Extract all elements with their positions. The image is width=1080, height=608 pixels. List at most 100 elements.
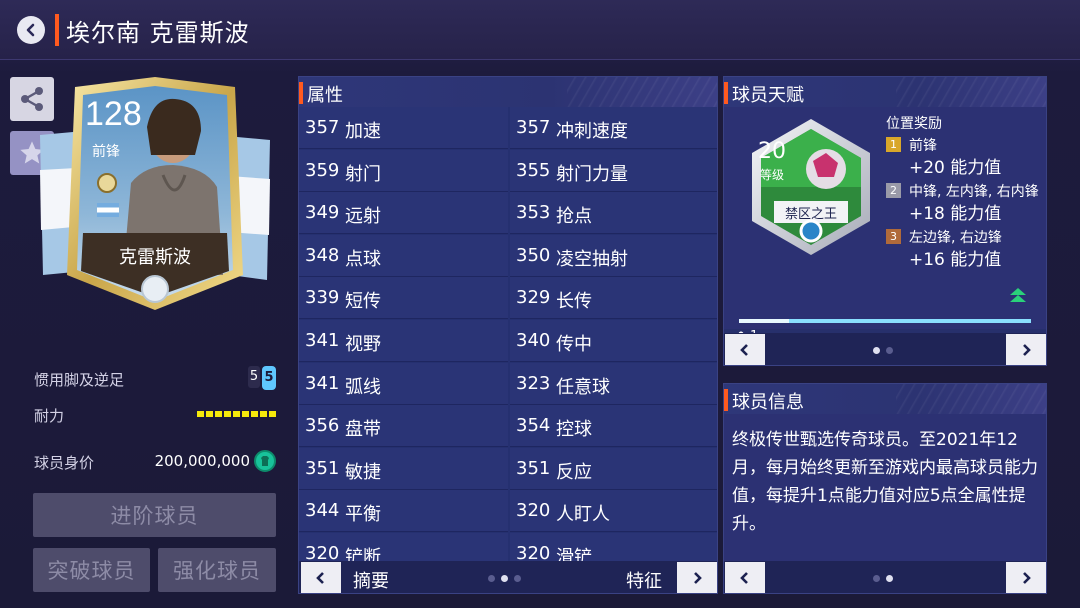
attribute-label: 铲断	[345, 547, 381, 562]
chevron-right-icon	[1023, 572, 1031, 584]
attribute-value: 353	[516, 202, 551, 224]
attribute-label: 控球	[556, 419, 592, 441]
position-bonus-title: 位置奖励	[886, 116, 942, 132]
attributes-page-dots	[488, 575, 521, 582]
info-next-button[interactable]	[1006, 562, 1046, 593]
value-row: 球员身价 200,000,000	[34, 449, 276, 473]
attribute-label: 凌空抽射	[556, 248, 628, 270]
attribute-label: 视野	[345, 334, 381, 355]
attribute-value: 341	[305, 330, 340, 351]
attribute-label: 盘带	[345, 419, 381, 441]
page-dot[interactable]	[501, 575, 508, 582]
chevron-left-icon	[740, 344, 748, 356]
bonus-rank-badge: 2	[886, 183, 901, 198]
page-title: 埃尔南 克雷斯波	[66, 19, 250, 47]
attribute-label: 射门力量	[556, 163, 628, 185]
page-dot[interactable]	[873, 575, 880, 582]
attribute-item: 350 凌空抽射	[510, 234, 717, 277]
traits-tab[interactable]: 特征	[626, 567, 662, 593]
talent-badge[interactable]: 20 等级 禁区之王	[748, 117, 874, 257]
stamina-segment	[260, 411, 267, 417]
attributes-next-button[interactable]	[677, 562, 717, 593]
attribute-item: 349 远射	[299, 192, 508, 235]
attribute-item: 351 反应	[510, 447, 717, 490]
attribute-value: 344	[305, 500, 340, 522]
header-accent	[724, 389, 728, 411]
attribute-item: 340 传中	[510, 320, 717, 362]
preferred-foot-value: 5	[262, 366, 276, 390]
attributes-list[interactable]: 357 加速 357 冲刺速度 359 射门 355 射门力量 349 远射 353 抢点 348 点球 3…	[299, 107, 717, 562]
stamina-row: 耐力	[34, 402, 276, 426]
value-label: 球员身价	[34, 454, 95, 472]
info-prev-button[interactable]	[725, 562, 765, 593]
page-dot[interactable]	[873, 347, 880, 354]
attribute-item: 351 敏捷	[299, 447, 508, 490]
breakthrough-player-button[interactable]: 突破球员	[33, 548, 150, 592]
attributes-prev-button[interactable]	[301, 562, 341, 593]
chevron-left-icon	[316, 572, 324, 584]
title-accent-bar	[55, 14, 59, 46]
attribute-label: 抢点	[556, 206, 592, 228]
talent-next-button[interactable]	[1006, 334, 1046, 365]
page-dot[interactable]	[886, 347, 893, 354]
summary-tab[interactable]: 摘要	[353, 567, 389, 593]
stamina-segment	[224, 411, 231, 417]
player-card[interactable]: 128 前锋 克雷斯波	[35, 75, 275, 315]
stamina-segment	[251, 411, 258, 417]
stamina-segment	[197, 411, 204, 417]
player-talent-panel: 球员天赋 20 等级 禁区之王 位置奖励 1 前锋 +20 能力值 2 中锋, …	[723, 76, 1047, 366]
stamina-bar	[197, 411, 276, 417]
back-button[interactable]	[17, 16, 45, 44]
talent-title: 球员天赋	[732, 85, 804, 106]
talent-page-dots	[873, 347, 893, 354]
attributes-footer: 摘要 特征	[299, 561, 717, 593]
header-accent	[724, 82, 728, 104]
weak-foot-row: 惯用脚及逆足 5 5	[34, 366, 276, 390]
attribute-item: 341 视野	[299, 320, 508, 362]
bonus-positions: 左边锋, 右边锋	[909, 230, 1002, 246]
attribute-label: 冲刺速度	[556, 121, 628, 142]
attribute-value: 349	[305, 202, 340, 224]
page-dot[interactable]	[488, 575, 495, 582]
attribute-value: 340	[516, 330, 551, 351]
attribute-value: 350	[516, 244, 551, 266]
attribute-item: 354 控球	[510, 405, 717, 448]
attribute-item: 320 人盯人	[510, 490, 717, 533]
card-position: 前锋	[92, 144, 120, 160]
weak-foot-badges: 5 5	[248, 366, 276, 390]
attribute-value: 320	[516, 543, 551, 562]
attribute-label: 短传	[345, 291, 381, 313]
bonus-rank-badge: 1	[886, 137, 901, 152]
attribute-item: 320 铲断	[299, 533, 508, 562]
stamina-segment	[206, 411, 213, 417]
stamina-label: 耐力	[34, 407, 65, 425]
attributes-panel: 属性 357 加速 357 冲刺速度 359 射门 355 射门力量 349 远射 353 抢点 348…	[298, 76, 718, 594]
page-dot[interactable]	[886, 575, 893, 582]
attributes-header: 属性	[299, 77, 717, 107]
strengthen-player-button[interactable]: 强化球员	[158, 548, 276, 592]
player-info-header: 球员信息	[724, 384, 1046, 414]
attribute-item: 357 加速	[299, 107, 508, 149]
attribute-item: 323 任意球	[510, 362, 717, 405]
page-dot[interactable]	[514, 575, 521, 582]
weak-foot-label: 惯用脚及逆足	[34, 371, 125, 389]
double-chevron-up-icon	[1010, 288, 1026, 302]
player-info-text: 终极传世甄选传奇球员。至2021年12月，每月始终更新至游戏内最高球员能力值，每…	[724, 414, 1046, 561]
attribute-label: 弧线	[345, 376, 381, 398]
talent-prev-button[interactable]	[725, 334, 765, 365]
attribute-item: 341 弧线	[299, 362, 508, 405]
chevron-left-icon	[26, 23, 35, 37]
attribute-value: 320	[305, 543, 340, 562]
talent-header: 球员天赋	[724, 77, 1046, 107]
attribute-label: 平衡	[345, 504, 381, 526]
attribute-value: 348	[305, 244, 340, 266]
attribute-item: 359 射门	[299, 149, 508, 192]
attribute-item: 356 盘带	[299, 405, 508, 448]
talent-footer	[724, 333, 1046, 365]
header-pattern	[896, 77, 1046, 107]
chevron-right-icon	[694, 572, 702, 584]
attribute-item: 355 射门力量	[510, 149, 717, 192]
attribute-label: 点球	[345, 248, 381, 270]
advance-player-button[interactable]: 进阶球员	[33, 493, 276, 537]
info-page-dots	[873, 575, 893, 582]
